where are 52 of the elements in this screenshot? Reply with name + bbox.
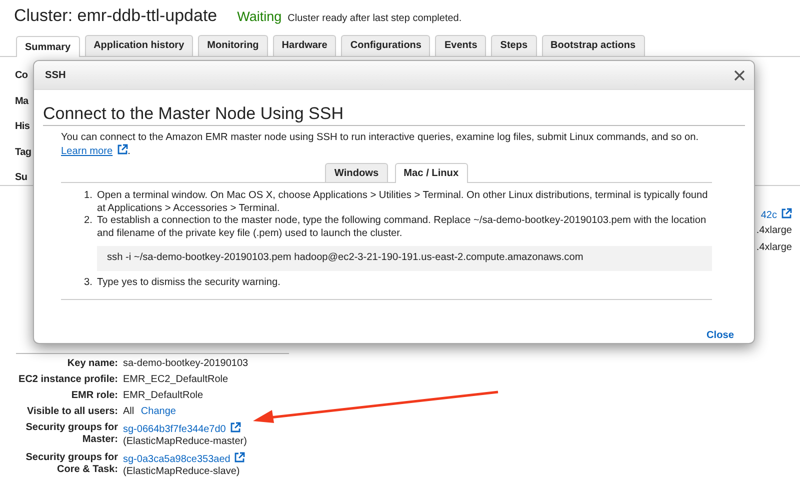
field-value: All	[123, 406, 134, 417]
status-message: Cluster ready after last step completed.	[288, 13, 462, 24]
security-group-link[interactable]: sg-0664b3f7fe344e7d0	[123, 424, 226, 435]
tab[interactable]: Events	[435, 35, 486, 56]
security-group-link[interactable]: sg-0a3ca5a98ce353aed	[123, 454, 230, 465]
field-value: EMR_EC2_DefaultRole	[123, 374, 228, 385]
field-label: EMR role:	[70, 390, 118, 402]
resource-link[interactable]: 42c	[760, 210, 777, 221]
tab[interactable]: Bootstrap actions	[542, 35, 645, 56]
step-number: 2.	[84, 215, 94, 228]
external-link-icon	[781, 208, 792, 219]
intro-text: You can connect to the Amazon EMR master node using SSH to run interactive queries, examine log files, submit Linux commands, and so on. Learn more .	[61, 131, 700, 158]
field-label: Su	[15, 172, 28, 185]
tab[interactable]: Application history	[84, 35, 194, 56]
dialog-heading: Connect to the Master Node Using SSH	[43, 104, 745, 126]
dialog-title: SSH	[45, 70, 66, 80]
field-label: Security groups for Master:	[24, 422, 118, 447]
security-group-name: (ElasticMapReduce-slave)	[123, 466, 241, 478]
close-icon[interactable]	[734, 70, 745, 80]
tab[interactable]: Monitoring	[198, 35, 268, 56]
close-button[interactable]: Close	[706, 330, 734, 341]
step-text: Type yes to dismiss the security warning.	[97, 276, 282, 289]
external-link-icon	[234, 452, 246, 463]
tab[interactable]: Steps	[491, 35, 537, 56]
step-text: To establish a connection to the master node, type the following command. Replace ~/sa-demo-bootkey-20190103.pem with the location and filename of the private key file (.pem) used to launch the cluster.	[97, 215, 708, 240]
field-value: EMR_DefaultRole	[123, 390, 204, 401]
field-label: EC2 instance profile:	[18, 374, 118, 386]
tab[interactable]: Windows	[325, 163, 388, 182]
tab[interactable]: Hardware	[272, 35, 336, 56]
tab[interactable]: Summary	[16, 36, 80, 57]
tab[interactable]: Configurations	[341, 35, 430, 56]
external-link-icon	[116, 144, 128, 155]
field-value: sa-demo-bootkey-20190103	[123, 358, 248, 369]
learn-more-link[interactable]: Learn more	[61, 146, 128, 157]
cluster-status: Waiting	[237, 9, 282, 24]
field-label: His	[15, 121, 31, 134]
security-group-name: (ElasticMapReduce-master)	[123, 436, 248, 448]
step-number: 1.	[84, 190, 94, 203]
field-label: Visible to all users:	[26, 406, 118, 418]
field-label: Tag	[15, 146, 32, 160]
field-label: Co	[15, 70, 29, 83]
external-link-icon	[230, 422, 241, 433]
step-number: 3.	[84, 276, 94, 289]
cluster-title: Cluster: emr-ddb-ttl-update	[14, 6, 218, 26]
field-label: Ma	[15, 96, 30, 108]
instance-type: .4xlarge	[756, 242, 792, 255]
step-text: Open a terminal window. On Mac OS X, choose Applications > Utilities > Terminal. On other Linux distributions, terminal is typically found at Applications > Accessories > Terminal.	[97, 190, 709, 215]
field-label: Key name:	[66, 358, 118, 370]
change-link[interactable]: Change	[140, 406, 176, 417]
tab[interactable]: Mac / Linux	[394, 163, 468, 183]
instance-type: .4xlarge	[756, 225, 792, 238]
field-label: Security groups for Core & Task:	[24, 452, 118, 477]
